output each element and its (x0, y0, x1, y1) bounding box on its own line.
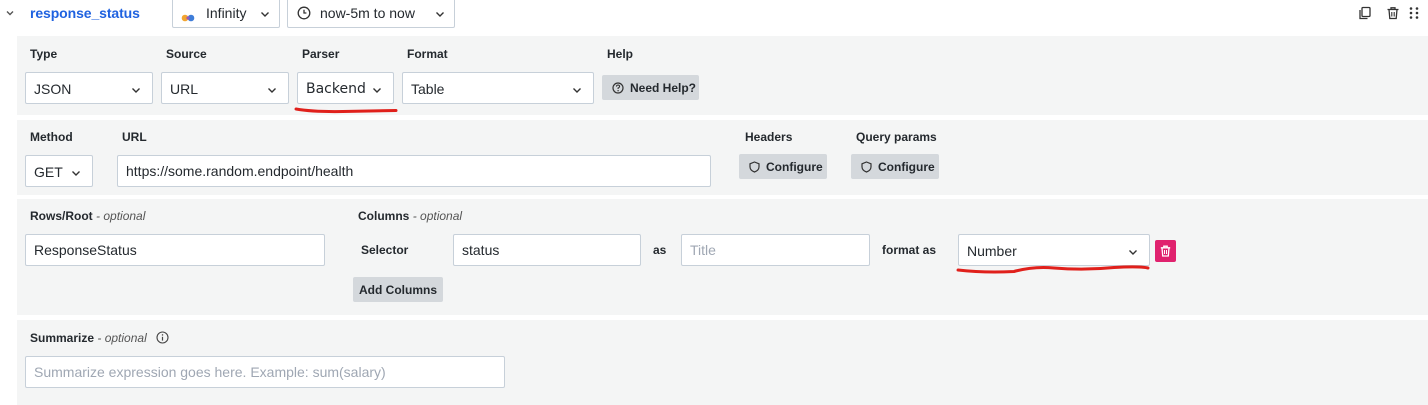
columns-label-text: Columns (358, 209, 410, 223)
format-select-value: Table (411, 81, 445, 97)
optional-tag: - optional (96, 209, 146, 223)
collapse-chevron-icon[interactable] (4, 6, 18, 20)
method-select[interactable]: GET (25, 155, 93, 187)
summarize-label-text: Summarize (30, 331, 95, 345)
infinity-logo-icon (181, 9, 195, 22)
selector-label: Selector (361, 243, 409, 257)
query-params-label: Query params (856, 130, 937, 144)
chevron-down-icon (266, 83, 278, 99)
query-name[interactable]: response_status (30, 5, 140, 21)
chevron-down-icon (434, 7, 446, 23)
optional-tag: - optional (97, 331, 147, 345)
query-header: response_status Infinity now-5m to now (0, 0, 1428, 30)
chevron-down-icon (1127, 245, 1139, 261)
chevron-down-icon (259, 7, 271, 23)
trash-icon (1160, 245, 1171, 257)
rows-root-label: Rows/Root - optional (30, 209, 145, 223)
shield-icon (861, 160, 872, 173)
headers-label: Headers (745, 130, 793, 144)
add-columns-button[interactable]: Add Columns (353, 277, 443, 302)
delete-column-button[interactable] (1155, 240, 1176, 262)
info-icon[interactable] (156, 331, 169, 347)
need-help-label: Need Help? (630, 80, 697, 95)
format-label: Format (407, 47, 448, 61)
clock-icon (297, 6, 311, 23)
summarize-label: Summarize - optional (30, 331, 147, 345)
datasource-picker[interactable]: Infinity (172, 0, 280, 28)
question-circle-icon (612, 81, 624, 94)
type-select[interactable]: JSON (25, 72, 153, 104)
selector-input[interactable] (453, 234, 641, 266)
rows-root-input[interactable] (25, 234, 325, 266)
headers-configure-label: Configure (766, 159, 823, 174)
time-range-picker[interactable]: now-5m to now (287, 0, 455, 28)
rows-root-label-text: Rows/Root (30, 209, 93, 223)
type-label: Type (30, 47, 58, 61)
duplicate-query-icon[interactable] (1358, 6, 1372, 23)
method-select-value: GET (34, 164, 63, 180)
parser-red-underline (294, 107, 398, 114)
url-input[interactable] (117, 155, 711, 187)
source-select[interactable]: URL (161, 72, 289, 104)
delete-query-icon[interactable] (1386, 6, 1400, 23)
optional-tag: - optional (412, 209, 463, 223)
chevron-down-icon (130, 83, 142, 99)
method-label: Method (30, 130, 73, 144)
type-select-value: JSON (34, 81, 72, 97)
format-as-select-value: Number (967, 243, 1017, 259)
parser-select[interactable]: Backend (297, 72, 394, 104)
summarize-input[interactable] (25, 356, 505, 388)
format-as-red-underline (956, 265, 1150, 274)
need-help-button[interactable]: Need Help? (602, 75, 699, 100)
parser-select-value: Backend (306, 81, 366, 97)
headers-configure-button[interactable]: Configure (739, 154, 827, 179)
source-label: Source (166, 47, 207, 61)
time-range-value: now-5m to now (320, 5, 415, 21)
query-params-configure-button[interactable]: Configure (851, 154, 939, 179)
chevron-down-icon (571, 83, 583, 99)
format-as-label: format as (882, 243, 937, 257)
drag-handle-icon[interactable] (1408, 6, 1420, 23)
as-label: as (653, 243, 667, 257)
add-columns-label: Add Columns (359, 282, 437, 297)
parser-label: Parser (302, 47, 340, 61)
datasource-name: Infinity (206, 5, 247, 21)
query-params-configure-label: Configure (878, 159, 935, 174)
columns-label: Columns - optional (358, 209, 462, 223)
help-label: Help (607, 47, 634, 61)
url-label: URL (122, 130, 147, 144)
format-select[interactable]: Table (402, 72, 594, 104)
chevron-down-icon (371, 83, 383, 99)
shield-icon (749, 160, 760, 173)
source-select-value: URL (170, 81, 199, 97)
chevron-down-icon (70, 166, 82, 182)
column-title-input[interactable] (681, 234, 870, 266)
